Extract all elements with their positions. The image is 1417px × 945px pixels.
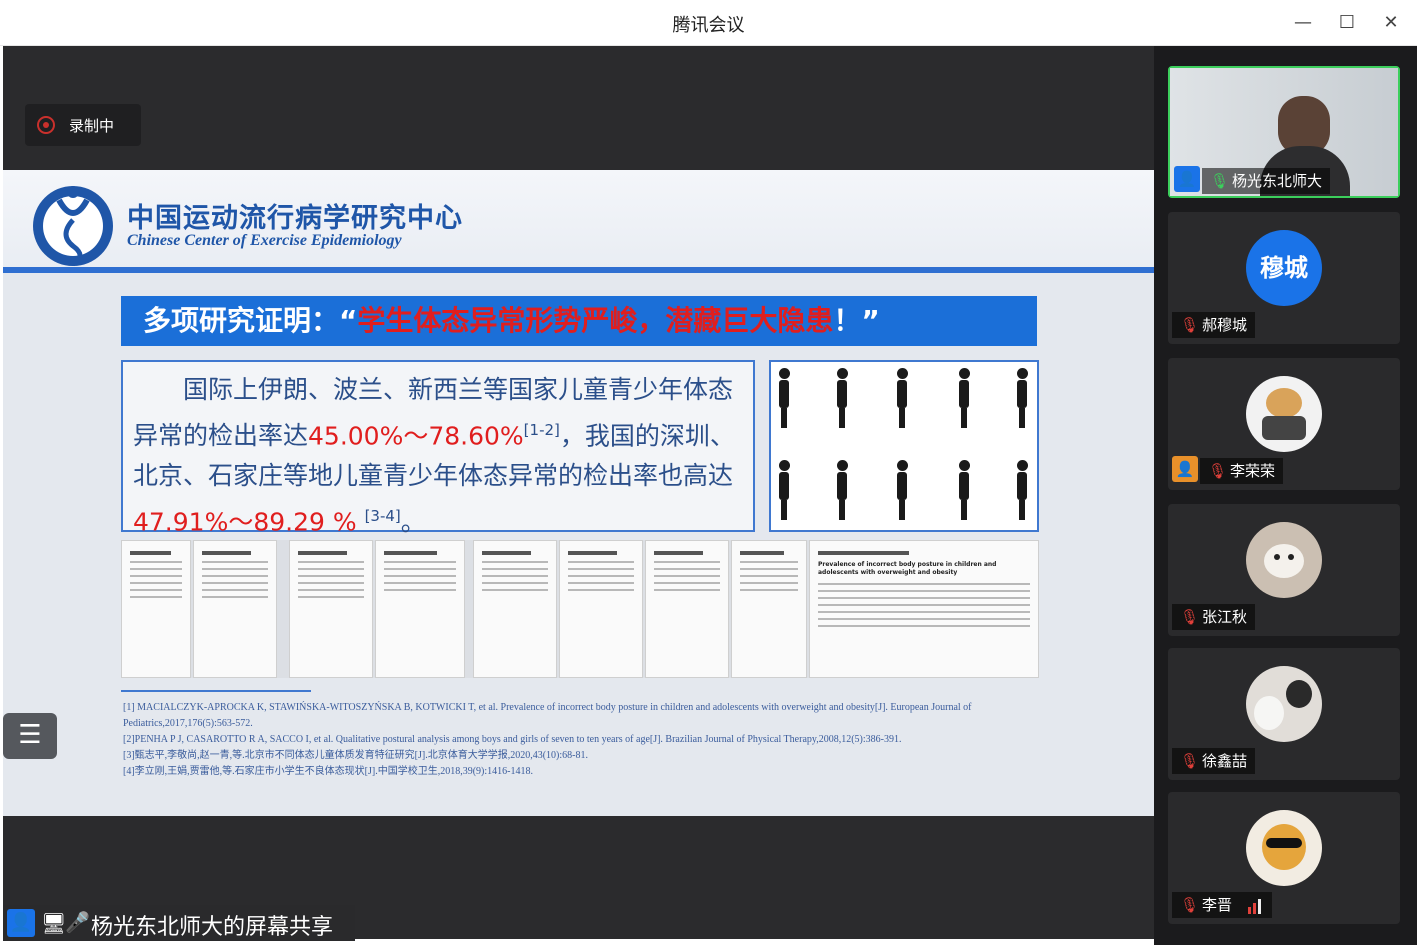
participant-tile[interactable]: 🎙 李晋	[1168, 792, 1400, 924]
mic-on-icon: 🎙	[1210, 172, 1230, 190]
body-end: 。	[400, 507, 426, 537]
reference-item: [1] MACIALCZYK-APROCKA K, STAWIŃSKA-WITO…	[123, 702, 972, 729]
mic-muted-icon: 🎙	[1180, 608, 1200, 626]
paper-title: Prevalence of incorrect body posture in …	[818, 561, 997, 576]
banner-suffix: ！”	[833, 304, 880, 337]
posture-figure	[769, 360, 1039, 532]
avatar	[1246, 666, 1322, 742]
paper-thumbnail	[559, 540, 643, 678]
paper-thumbnail	[289, 540, 373, 678]
screen-share-area: 录制中 中国运动流行病学研究中心 Chinese Center of Exerc…	[3, 46, 1154, 939]
maximize-button[interactable]: ☐	[1332, 8, 1362, 38]
paper-thumbnail	[645, 540, 729, 678]
avatar	[1246, 522, 1322, 598]
mic-muted-icon: 🎙	[1180, 316, 1200, 334]
posture-silhouette	[835, 460, 849, 520]
host-icon: 👤	[1174, 166, 1200, 192]
close-button[interactable]: ✕	[1376, 8, 1406, 38]
paper-thumbnails: Prevalence of incorrect body posture in …	[121, 540, 1039, 678]
header-divider	[3, 267, 1154, 273]
posture-silhouette	[1015, 368, 1029, 428]
recording-indicator[interactable]: 录制中	[25, 104, 141, 146]
mic-muted-icon: 🎙	[1180, 896, 1200, 914]
minimize-button[interactable]: —	[1288, 8, 1318, 38]
reference-item: [3]甄志平,李敬尚,赵一青,等.北京市不同体态儿童体质发育特征研究[J].北京…	[123, 750, 588, 761]
references: [1] MACIALCZYK-APROCKA K, STAWIŃSKA-WITO…	[123, 700, 1033, 780]
participant-name-tag: 🎙 张江秋	[1172, 604, 1256, 630]
participant-name-tag: 🎙 郝穆城	[1172, 312, 1256, 338]
slide-body-text: 国际上伊朗、波兰、新西兰等国家儿童青少年体态异常的检出率达45.00%～78.6…	[121, 360, 755, 537]
body-value-2: 47.91%～89.29 %	[133, 507, 357, 537]
title-bar: 腾讯会议 — ☐ ✕	[0, 0, 1417, 46]
posture-silhouette	[895, 368, 909, 428]
org-name-cn: 中国运动流行病学研究中心	[127, 203, 463, 234]
participant-tile[interactable]: 👤 🎙 李荣荣	[1168, 358, 1400, 490]
org-logo	[33, 186, 113, 267]
record-icon	[37, 116, 55, 134]
participant-name: 杨光东北师大	[1232, 172, 1323, 190]
posture-silhouette	[895, 460, 909, 520]
participant-name-tag: 🎙 杨光东北师大	[1202, 168, 1331, 194]
recording-label: 录制中	[69, 117, 115, 135]
avatar	[1246, 376, 1322, 452]
mic-muted-icon: 🎙	[1208, 462, 1228, 480]
participant-tile[interactable]: 穆城 🎙 郝穆城	[1168, 212, 1400, 344]
participant-tile[interactable]: 👤 🎙 杨光东北师大	[1168, 66, 1400, 198]
user-icon: 👤	[7, 909, 35, 937]
mic-muted-icon: 🎙	[1180, 752, 1200, 770]
posture-silhouette	[777, 368, 791, 428]
presentation-slide: 中国运动流行病学研究中心 Chinese Center of Exercise …	[3, 170, 1154, 816]
screen-share-status-bar: 👤 🖥 🎤 杨光东北师大的屏幕共享	[3, 905, 355, 941]
slide-banner: 多项研究证明：“学生体态异常形势严峻，潜藏巨大隐患！”	[121, 296, 1037, 346]
body-cite-1: [1-2]	[523, 421, 560, 439]
list-icon[interactable]: ☰	[3, 713, 57, 759]
avatar	[1246, 810, 1322, 886]
paper-thumbnail	[121, 540, 191, 678]
paper-thumbnail-main: Prevalence of incorrect body posture in …	[809, 540, 1039, 678]
share-label: 杨光东北师大的屏幕共享	[91, 915, 334, 940]
paper-thumbnail	[375, 540, 465, 678]
reference-item: [2]PENHA P J, CASAROTTO R A, SACCO I, et…	[123, 734, 902, 745]
posture-silhouette	[835, 368, 849, 428]
participant-name: 张江秋	[1202, 608, 1248, 626]
participant-name-tag: 🎙 李晋	[1172, 892, 1273, 918]
screen-share-icon: 🖥	[41, 911, 67, 935]
participant-name: 郝穆城	[1202, 316, 1248, 334]
body-cite-2: [3-4]	[364, 507, 401, 526]
participant-name: 李荣荣	[1230, 462, 1276, 480]
body-value-1: 45.00%～78.60%	[308, 421, 524, 451]
participant-panel: 👤 🎙 杨光东北师大 穆城 🎙 郝穆城 👤 🎙 李荣荣 🎙 张江秋 🎙 徐鑫喆 …	[1154, 46, 1417, 945]
participant-tile[interactable]: 🎙 张江秋	[1168, 504, 1400, 636]
org-name-en: Chinese Center of Exercise Epidemiology	[127, 232, 402, 249]
participant-tile[interactable]: 🎙 徐鑫喆	[1168, 648, 1400, 780]
paper-thumbnail	[473, 540, 557, 678]
posture-silhouette	[1015, 460, 1029, 520]
participant-name: 徐鑫喆	[1202, 752, 1248, 770]
paper-thumbnail	[731, 540, 807, 678]
references-divider	[121, 690, 311, 692]
avatar: 穆城	[1246, 230, 1322, 306]
window-title: 腾讯会议	[672, 15, 745, 36]
posture-silhouette	[957, 368, 971, 428]
banner-highlight: 学生体态异常形势严峻，潜藏巨大隐患	[357, 304, 834, 337]
signal-strength-icon	[1248, 896, 1266, 914]
participant-name: 李晋	[1202, 896, 1233, 914]
paper-thumbnail	[193, 540, 277, 678]
participant-name-tag: 🎙 李荣荣	[1200, 458, 1284, 484]
mic-icon: 🎤	[65, 910, 90, 934]
reference-item: [4]李立刚,王娟,贾雷他,等.石家庄市小学生不良体态现状[J].中国学校卫生,…	[123, 766, 533, 777]
participant-name-tag: 🎙 徐鑫喆	[1172, 748, 1256, 774]
posture-silhouette	[777, 460, 791, 520]
banner-prefix: 多项研究证明：“	[143, 304, 358, 337]
host-icon: 👤	[1172, 456, 1198, 482]
posture-silhouette	[957, 460, 971, 520]
